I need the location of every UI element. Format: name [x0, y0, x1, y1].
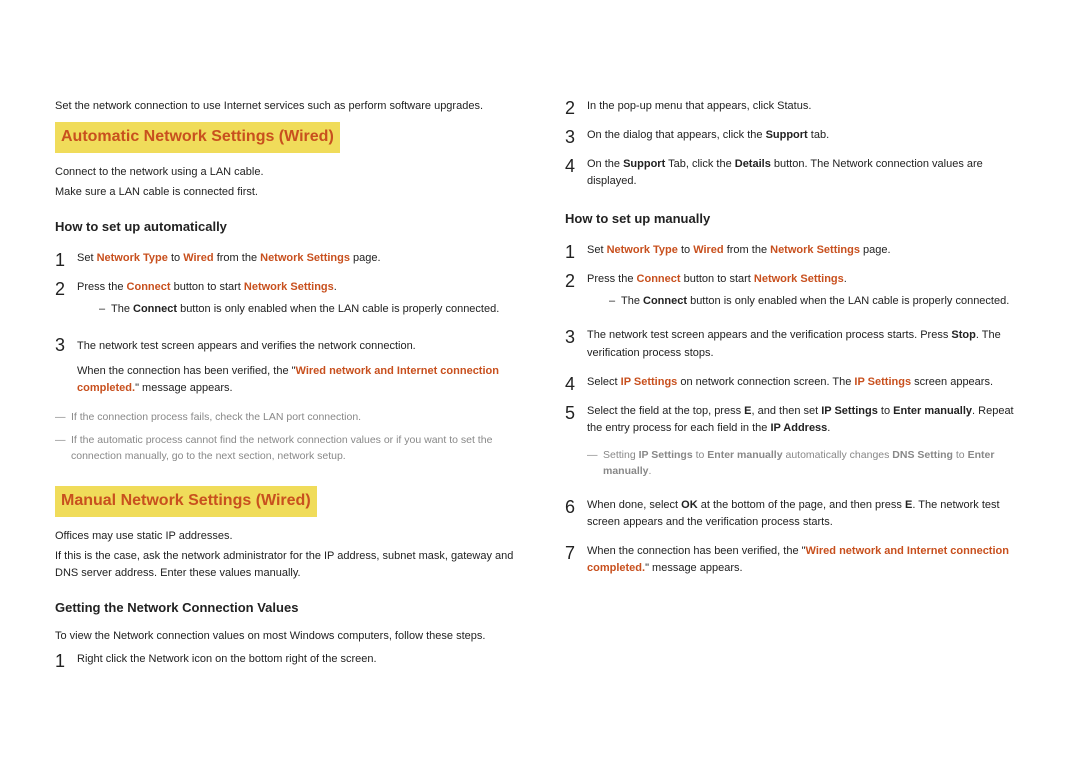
auto-p2: Make sure a LAN cable is connected first…: [55, 184, 515, 201]
man-step-2: Press the Connect button to start Networ…: [565, 268, 1025, 318]
manual-subtitle: How to set up manually: [565, 209, 1025, 229]
gv-step-4: On the Support Tab, click the Details bu…: [565, 153, 1025, 193]
intro-text: Set the network connection to use Intern…: [55, 98, 515, 115]
man-step-4: Select IP Settings on network connection…: [565, 371, 1025, 394]
auto-subtitle: How to set up automatically: [55, 217, 515, 237]
auto-step-2: Press the Connect button to start Networ…: [55, 276, 515, 326]
gv-step-1: Right click the Network icon on the bott…: [55, 648, 515, 671]
auto-note-1: If the connection process fails, check t…: [55, 409, 515, 425]
manual-p2: If this is the case, ask the network adm…: [55, 548, 515, 582]
left-column: Set the network connection to use Intern…: [55, 95, 515, 677]
man-step-6: When done, select OK at the bottom of th…: [565, 494, 1025, 534]
auto-step-2-sub: The Connect button is only enabled when …: [99, 301, 515, 318]
man-step-5-note: Setting IP Settings to Enter manually au…: [587, 447, 1025, 480]
getting-values-desc: To view the Network connection values on…: [55, 628, 515, 645]
auto-step-1: Set Network Type to Wired from the Netwo…: [55, 247, 515, 270]
man-step-2-sub: The Connect button is only enabled when …: [609, 293, 1025, 310]
man-step-7: When the connection has been verified, t…: [565, 540, 1025, 580]
manual-section-title: Manual Network Settings (Wired): [55, 486, 317, 517]
manual-steps: Set Network Type to Wired from the Netwo…: [565, 239, 1025, 580]
gv-step-3: On the dialog that appears, click the Su…: [565, 124, 1025, 147]
man-step-5: Select the field at the top, press E, an…: [565, 400, 1025, 489]
auto-steps: Set Network Type to Wired from the Netwo…: [55, 247, 515, 403]
man-step-3: The network test screen appears and the …: [565, 324, 1025, 364]
getting-values-subtitle: Getting the Network Connection Values: [55, 598, 515, 618]
gv-step-2: In the pop-up menu that appears, click S…: [565, 95, 1025, 118]
manual-p1: Offices may use static IP addresses.: [55, 528, 515, 545]
auto-p1: Connect to the network using a LAN cable…: [55, 164, 515, 181]
gv-steps-cont: In the pop-up menu that appears, click S…: [565, 95, 1025, 193]
auto-note-2: If the automatic process cannot find the…: [55, 432, 515, 465]
auto-step-3: The network test screen appears and veri…: [55, 332, 515, 403]
right-column: In the pop-up menu that appears, click S…: [565, 95, 1025, 677]
auto-section-title: Automatic Network Settings (Wired): [55, 122, 340, 153]
getting-values-steps: Right click the Network icon on the bott…: [55, 648, 515, 671]
man-step-1: Set Network Type to Wired from the Netwo…: [565, 239, 1025, 262]
page-columns: Set the network connection to use Intern…: [55, 95, 1025, 677]
